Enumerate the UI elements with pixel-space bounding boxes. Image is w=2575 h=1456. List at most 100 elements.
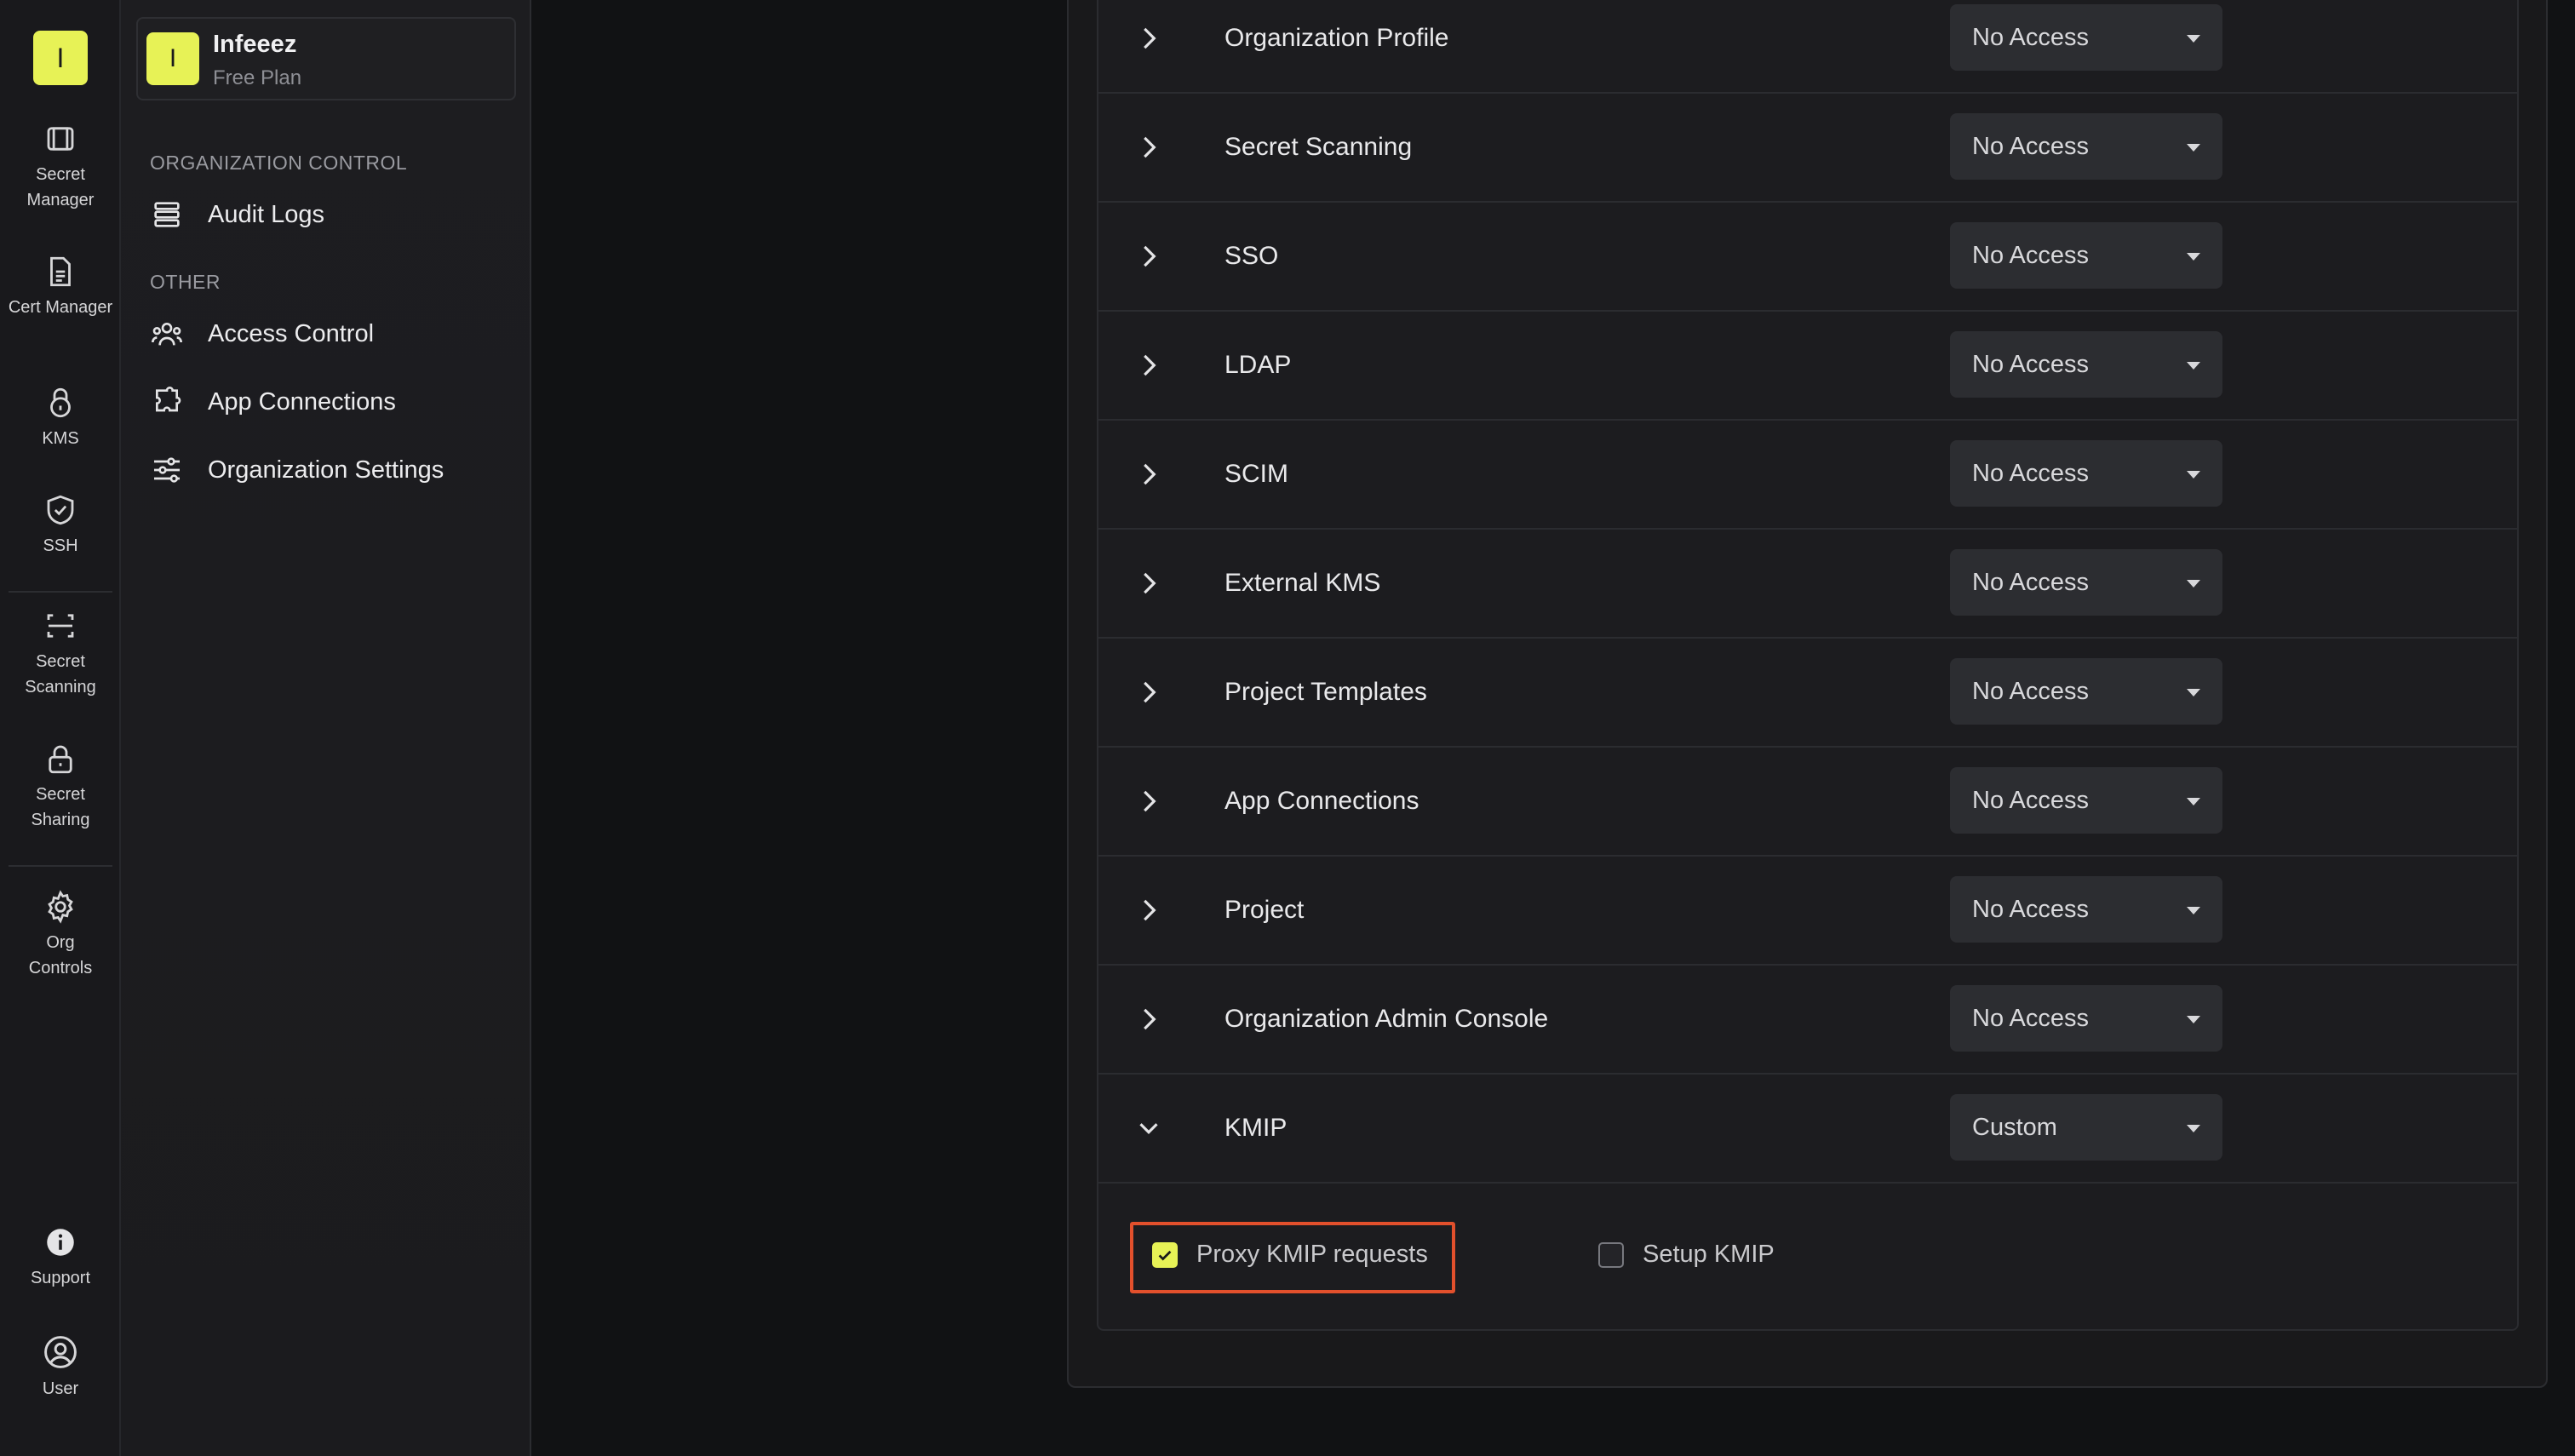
chevron-right-icon[interactable] (1133, 676, 1165, 708)
permission-name: Organization Profile (1224, 24, 1449, 52)
permission-row[interactable]: Project No Access (1098, 857, 2517, 966)
access-level-value: No Access (1972, 351, 2089, 378)
rail-item-user[interactable]: User (0, 1333, 121, 1402)
access-level-select[interactable]: No Access (1950, 222, 2222, 289)
sidebar-item-label: Organization Settings (208, 456, 444, 484)
setup-kmip-checkbox[interactable] (1598, 1241, 1624, 1268)
access-level-select[interactable]: No Access (1950, 4, 2222, 71)
permission-row[interactable]: External KMS No Access (1098, 530, 2517, 639)
shield-check-icon (47, 495, 74, 525)
highlight-box (1130, 1222, 1455, 1293)
info-icon (47, 1229, 74, 1256)
user-circle-icon (44, 1336, 77, 1368)
permission-row[interactable]: KMIP Custom (1098, 1075, 2517, 1184)
access-level-value: No Access (1972, 242, 2089, 269)
caret-down-icon (2187, 35, 2200, 43)
access-level-select[interactable]: No Access (1950, 658, 2222, 725)
permission-name: SCIM (1224, 460, 1288, 488)
permission-name: Project Templates (1224, 678, 1427, 706)
chevron-down-icon[interactable] (1133, 1112, 1165, 1144)
access-level-value: No Access (1972, 133, 2089, 160)
permission-row[interactable]: Organization Profile No Access (1098, 0, 2517, 94)
chevron-right-icon[interactable] (1133, 131, 1165, 163)
chevron-right-icon[interactable] (1133, 1003, 1165, 1035)
kmip-option-setup[interactable]: Setup KMIP (1598, 1241, 1775, 1269)
padlock-icon (49, 745, 72, 774)
access-level-select[interactable]: No Access (1950, 331, 2222, 398)
rail-item-secret-sharing[interactable]: Secret Sharing (0, 741, 121, 833)
org-logo[interactable]: I (33, 31, 88, 85)
sliders-icon (154, 457, 180, 483)
access-level-select[interactable]: No Access (1950, 549, 2222, 616)
org-switcher[interactable]: I Infeeez Free Plan (136, 17, 516, 100)
rail-item-cert-manager[interactable]: Cert Manager (0, 254, 121, 320)
access-level-select[interactable]: No Access (1950, 767, 2222, 834)
access-level-value: No Access (1972, 24, 2089, 51)
org-avatar: I (146, 32, 199, 85)
permission-row[interactable]: SCIM No Access (1098, 421, 2517, 530)
lock-key-icon (50, 387, 71, 418)
rail-item-secret-manager[interactable]: Secret Manager (0, 121, 121, 213)
permission-row[interactable]: SSO No Access (1098, 203, 2517, 312)
caret-down-icon (2187, 253, 2200, 261)
rail-item-label: KMS (42, 429, 79, 448)
rail-item-secret-scanning[interactable]: Secret Scanning (0, 608, 121, 700)
chevron-right-icon[interactable] (1133, 240, 1165, 272)
chevron-right-icon[interactable] (1133, 349, 1165, 381)
rail-item-label: Secret Sharing (31, 785, 90, 829)
org-name: Infeeez (213, 31, 297, 58)
access-level-select[interactable]: No Access (1950, 876, 2222, 943)
rail-item-label: Org Controls (28, 933, 93, 977)
rail-item-org-controls[interactable]: Org Controls (0, 889, 121, 981)
org-sidebar: I Infeeez Free Plan ORGANIZATION CONTROL… (121, 0, 531, 1456)
chevron-right-icon[interactable] (1133, 458, 1165, 490)
puzzle-icon (156, 387, 181, 412)
access-level-value: No Access (1972, 787, 2089, 814)
sidebar-item-app-connections[interactable]: App Connections (150, 376, 508, 427)
caret-down-icon (2187, 1016, 2200, 1023)
chevron-right-icon[interactable] (1133, 894, 1165, 926)
access-level-select[interactable]: No Access (1950, 113, 2222, 180)
caret-down-icon (2187, 798, 2200, 805)
sidebar-item-access-control[interactable]: Access Control (150, 308, 508, 359)
sidebar-item-audit-logs[interactable]: Audit Logs (150, 189, 508, 240)
caret-down-icon (2187, 362, 2200, 370)
access-level-select[interactable]: No Access (1950, 985, 2222, 1052)
permission-name: External KMS (1224, 569, 1381, 597)
access-level-value: No Access (1972, 460, 2089, 487)
sidebar-item-organization-settings[interactable]: Organization Settings (150, 444, 508, 496)
permission-row[interactable]: LDAP No Access (1098, 312, 2517, 421)
permission-name: Project (1224, 896, 1305, 924)
list-icon (154, 202, 180, 227)
access-level-value: No Access (1972, 569, 2089, 596)
scan-icon (47, 614, 74, 638)
users-icon (152, 323, 182, 346)
gear-icon (48, 890, 73, 924)
access-level-select[interactable]: No Access (1950, 440, 2222, 507)
permission-name: KMIP (1224, 1114, 1288, 1142)
permission-row[interactable]: Project Templates No Access (1098, 639, 2517, 748)
chevron-right-icon[interactable] (1133, 785, 1165, 817)
permission-row[interactable]: Organization Admin Console No Access (1098, 966, 2517, 1075)
permission-name: Secret Scanning (1224, 133, 1413, 161)
access-level-value: No Access (1972, 896, 2089, 923)
rail-item-support[interactable]: Support (0, 1224, 121, 1291)
vault-icon (47, 127, 74, 151)
caret-down-icon (2187, 580, 2200, 588)
rail-item-label: Secret Manager (26, 165, 95, 209)
chevron-right-icon[interactable] (1133, 22, 1165, 54)
chevron-right-icon[interactable] (1133, 567, 1165, 599)
permission-name: Organization Admin Console (1224, 1005, 1549, 1033)
rail-item-kms[interactable]: KMS (0, 385, 121, 451)
rail-item-ssh[interactable]: SSH (0, 492, 121, 559)
permission-row[interactable]: Secret Scanning No Access (1098, 94, 2517, 203)
permission-row[interactable]: App Connections No Access (1098, 748, 2517, 857)
rail-item-label: User (42, 1379, 79, 1398)
caret-down-icon (2187, 471, 2200, 479)
access-level-value: No Access (1972, 678, 2089, 705)
access-level-value: No Access (1972, 1005, 2089, 1032)
access-level-select[interactable]: Custom (1950, 1094, 2222, 1161)
access-level-value: Custom (1972, 1114, 2057, 1141)
certificate-icon (50, 256, 71, 287)
permission-name: SSO (1224, 242, 1279, 270)
